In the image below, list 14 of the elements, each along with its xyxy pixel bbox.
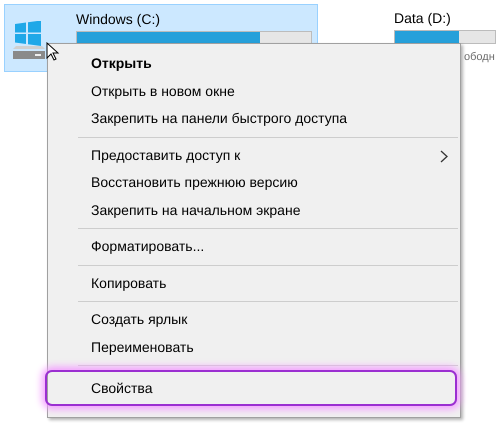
menu-item[interactable]: Свойства	[45, 370, 457, 406]
menu-item[interactable]: Восстановить прежнюю версию	[50, 169, 458, 196]
menu-item[interactable]: Копировать	[50, 270, 458, 297]
menu-item[interactable]: Открыть в новом окне	[50, 78, 458, 105]
menu-item[interactable]: Форматировать...	[50, 233, 458, 260]
drive-label: Windows (C:)	[76, 10, 162, 28]
menu-item[interactable]: Предоставить доступ к	[50, 142, 458, 169]
menu-item[interactable]: Переименовать	[50, 334, 458, 361]
drive-label: Data (D:)	[394, 9, 452, 27]
cursor-icon	[46, 42, 60, 62]
menu-item[interactable]: Создать ярлык	[50, 306, 458, 334]
menu-item[interactable]: Закрепить на панели быстрого доступа	[50, 105, 458, 132]
menu-item[interactable]: Закрепить на начальном экране	[50, 196, 458, 224]
free-space-text: ободн	[464, 50, 496, 65]
